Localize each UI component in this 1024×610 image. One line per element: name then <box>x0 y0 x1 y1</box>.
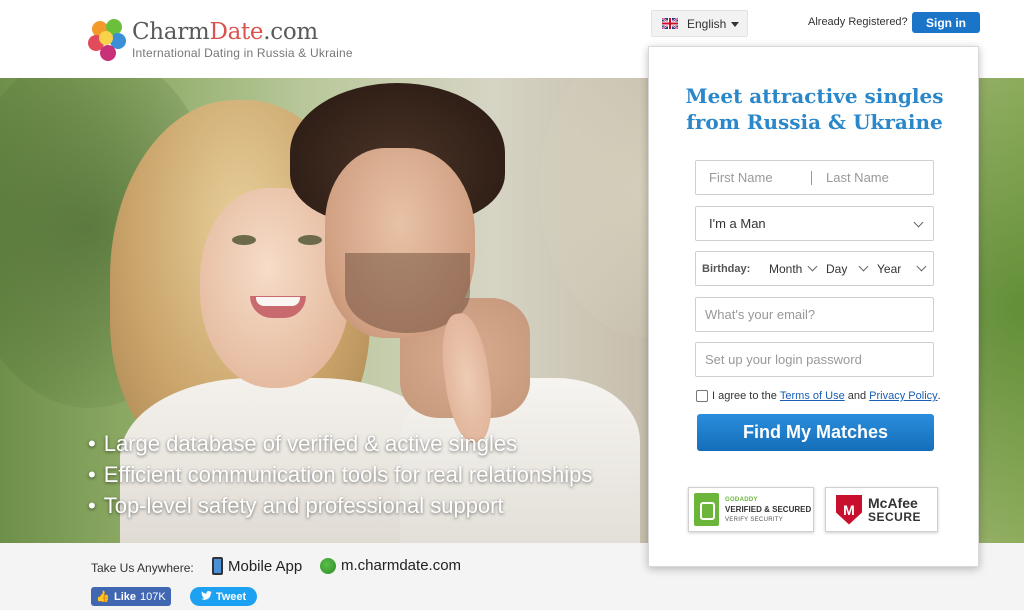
godaddy-seal[interactable]: GODADDY VERIFIED & SECURED VERIFY SECURI… <box>688 487 814 532</box>
twitter-bird-icon <box>200 590 212 603</box>
brand-tagline: International Dating in Russia & Ukraine <box>132 46 353 60</box>
language-select[interactable]: English <box>651 10 748 37</box>
language-label: English <box>687 16 727 31</box>
phone-icon <box>212 557 223 575</box>
mobile-app-link[interactable]: Mobile App <box>212 557 302 575</box>
terms-agreement: I agree to the Terms of Use and Privacy … <box>696 390 941 402</box>
chevron-down-icon <box>807 261 818 272</box>
like-count: 107K <box>140 590 166 603</box>
chevron-down-icon <box>913 217 924 228</box>
brand-name: CharmDate.com <box>132 19 318 45</box>
caret-down-icon <box>731 22 739 27</box>
last-name-field[interactable]: Last Name <box>826 170 889 185</box>
privacy-policy-link[interactable]: Privacy Policy <box>869 390 937 402</box>
birth-year-select[interactable]: Year <box>877 262 901 276</box>
agree-checkbox[interactable] <box>696 390 708 402</box>
feature-item: Efficient communication tools for real r… <box>88 459 593 490</box>
find-my-matches-button[interactable]: Find My Matches <box>697 414 934 451</box>
birthday-fields: Birthday: Month Day Year <box>695 251 934 286</box>
site-logo[interactable]: CharmDate.com International Dating in Ru… <box>88 19 353 63</box>
gender-value: I'm a Man <box>709 216 766 231</box>
email-field[interactable]: What's your email? <box>695 297 934 332</box>
first-name-field[interactable]: First Name <box>696 170 811 185</box>
signup-title: Meet attractive singles from Russia & Uk… <box>685 84 944 134</box>
mobile-app-label: Mobile App <box>228 557 303 575</box>
birth-day-select[interactable]: Day <box>826 262 847 276</box>
thumbs-up-icon: 👍 <box>96 591 110 603</box>
terms-of-use-link[interactable]: Terms of Use <box>780 390 845 402</box>
name-fields: First Name Last Name <box>695 160 934 195</box>
password-field[interactable]: Set up your login password <box>695 342 934 377</box>
birthday-label: Birthday: <box>702 263 751 275</box>
already-registered-text: Already Registered? <box>808 16 908 28</box>
chevron-down-icon <box>858 261 869 272</box>
mcafee-shield-icon: M <box>836 494 862 525</box>
mobile-site-label: m.charmdate.com <box>341 557 462 574</box>
logo-flower-icon <box>88 19 128 63</box>
chevron-down-icon <box>916 261 927 272</box>
lock-icon <box>694 493 719 526</box>
facebook-like-button[interactable]: 👍 Like 107K <box>91 587 171 606</box>
birth-month-select[interactable]: Month <box>769 262 802 276</box>
tweet-button[interactable]: Tweet <box>190 587 257 606</box>
gender-select[interactable]: I'm a Man <box>695 206 934 241</box>
feature-item: Large database of verified & active sing… <box>88 428 592 459</box>
mobile-site-link[interactable]: m.charmdate.com <box>320 557 461 574</box>
mcafee-secure-seal[interactable]: M McAfee SECURE <box>825 487 938 532</box>
take-us-anywhere-label: Take Us Anywhere: <box>91 561 194 575</box>
globe-icon <box>320 557 336 574</box>
feature-list: Large database of verified & active sing… <box>88 428 593 521</box>
signup-panel: Meet attractive singles from Russia & Uk… <box>648 46 979 567</box>
sign-in-button[interactable]: Sign in <box>912 12 980 33</box>
uk-flag-icon <box>662 18 678 29</box>
feature-item: Top-level safety and professional suppor… <box>88 490 592 521</box>
